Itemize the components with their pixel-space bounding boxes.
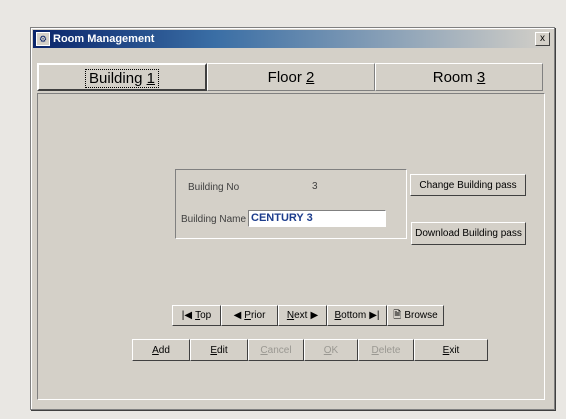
tab-room-label: Room 3: [433, 69, 486, 86]
exit-button-label: Exit: [443, 345, 460, 356]
browse-button[interactable]: 🗎 Browse: [387, 305, 444, 326]
bottom-text: ottom: [341, 310, 367, 321]
next-hotkey: N: [286, 310, 295, 321]
tab-building-hotkey: 1: [146, 70, 155, 87]
next-button-label: Next: [287, 310, 308, 321]
tab-strip: Building 1 Floor 2 Room 3: [37, 63, 543, 91]
building-name-label: Building Name: [181, 214, 247, 225]
browse-button-label: Browse: [404, 310, 438, 321]
tab-building-text: Building: [89, 70, 147, 87]
tab-floor-label: Floor 2: [268, 69, 315, 86]
top-text: op: [200, 310, 212, 321]
bottom-button[interactable]: Bottom ▶|: [327, 305, 387, 326]
change-building-pass-button[interactable]: Change Building pass: [410, 174, 526, 196]
download-building-pass-button[interactable]: Download Building pass: [411, 222, 526, 245]
delete-button[interactable]: Delete: [358, 339, 414, 361]
cancel-hotkey: C: [260, 344, 268, 356]
title-bar[interactable]: ⚙ Room Management x: [33, 30, 552, 48]
bottom-button-label: Bottom: [335, 310, 367, 321]
next-record-icon: ▶: [310, 309, 319, 321]
prior-button[interactable]: ◀ Prior: [221, 305, 278, 326]
ok-hotkey: O: [323, 344, 332, 356]
edit-text: dit: [217, 344, 228, 356]
prior-hotkey: P: [244, 310, 251, 321]
last-record-icon: ▶|: [369, 309, 380, 321]
ok-button-label: OK: [324, 345, 338, 356]
building-no-value: 3: [312, 181, 318, 192]
cancel-button[interactable]: Cancel: [248, 339, 304, 361]
building-name-input[interactable]: CENTURY 3: [248, 210, 386, 227]
first-record-icon: |◀: [181, 309, 193, 321]
tab-building-label: Building 1: [85, 69, 159, 88]
window-title: Room Management: [53, 33, 155, 45]
tab-room[interactable]: Room 3: [375, 63, 543, 91]
tab-building[interactable]: Building 1: [37, 63, 207, 91]
delete-hotkey: D: [371, 344, 379, 356]
delete-text: elete: [378, 344, 401, 356]
delete-button-label: Delete: [372, 345, 401, 356]
add-button[interactable]: Add: [132, 339, 190, 361]
cancel-text: ancel: [267, 344, 292, 356]
next-text: ext: [294, 310, 308, 321]
exit-text: xit: [449, 344, 460, 356]
top-button[interactable]: |◀ Top: [172, 305, 221, 326]
browse-document-icon: 🗎: [393, 309, 402, 321]
app-icon: ⚙: [36, 32, 50, 46]
ok-button[interactable]: OK: [304, 339, 358, 361]
edit-button-label: Edit: [210, 345, 227, 356]
close-button[interactable]: x: [535, 32, 550, 46]
exit-button[interactable]: Exit: [414, 339, 488, 361]
tab-floor-text: Floor: [267, 69, 306, 86]
prior-text: rior: [250, 310, 266, 321]
add-hotkey: A: [152, 344, 159, 356]
edit-button[interactable]: Edit: [190, 339, 248, 361]
top-button-label: Top: [195, 310, 211, 321]
add-text: dd: [158, 344, 170, 356]
next-button[interactable]: Next ▶: [278, 305, 327, 326]
building-info-group: [175, 169, 407, 239]
previous-record-icon: ◀: [233, 309, 242, 321]
tab-room-hotkey: 3: [476, 69, 486, 86]
tab-floor-hotkey: 2: [306, 69, 315, 86]
tab-floor[interactable]: Floor 2: [207, 63, 375, 91]
tab-room-text: Room: [432, 69, 477, 86]
add-button-label: Add: [152, 345, 170, 356]
prior-button-label: Prior: [244, 310, 265, 321]
cancel-button-label: Cancel: [260, 345, 291, 356]
ok-text: K: [331, 344, 339, 356]
building-no-label: Building No: [188, 182, 240, 193]
